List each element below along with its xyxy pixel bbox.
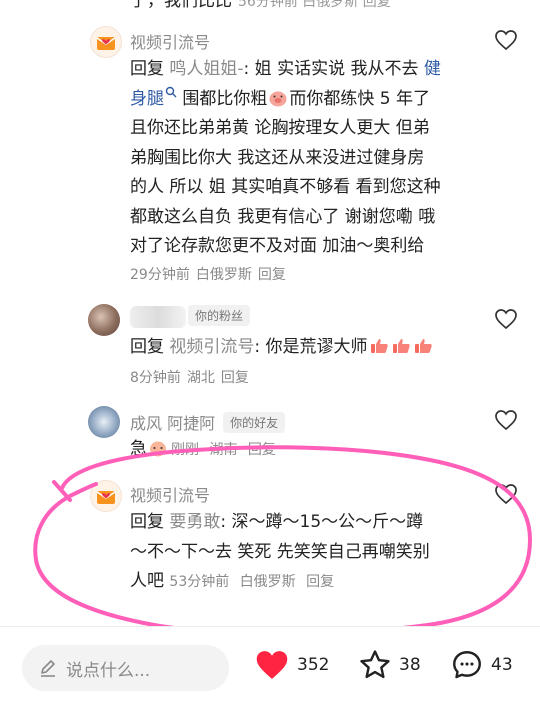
comment-text: 回复 视频引流号: 你是荒谬大师 8分钟前 湖北 回复 (130, 333, 475, 393)
user-avatar[interactable] (88, 406, 120, 438)
pencil-icon (41, 660, 55, 677)
comment-text: 回复 要勇敢: 深～蹲～15～公～斤～蹲 ～不～下～去 笑死 先笑笑自己再嘲笑别… (130, 512, 430, 591)
reply-button[interactable]: 回复 (248, 442, 276, 458)
comment-meta: 刚刚 湖南 回复 (171, 442, 276, 458)
chat-bubble-icon (453, 651, 481, 679)
reply-button[interactable]: 回复 (258, 267, 286, 283)
like-heart-icon[interactable] (494, 308, 518, 330)
comment-text: 回复 鸣人姐姐-: 姐 实话实说 我从不去 健 身腿 围都比你粗 而你都练快 5 … (130, 55, 475, 288)
comment-meta: 29分钟前 白俄罗斯 回复 (130, 266, 286, 283)
comment-count: 43 (491, 655, 513, 675)
like-heart-icon[interactable] (494, 409, 518, 431)
reply-mention[interactable]: 视频引流号 (169, 337, 254, 357)
mail-heart-icon (96, 37, 116, 50)
search-icon (165, 86, 177, 97)
like-count: 352 (297, 655, 330, 675)
star-icon (360, 650, 390, 679)
like-heart-icon[interactable] (494, 29, 518, 51)
blurred-username[interactable] (130, 306, 186, 328)
reply-mention[interactable]: 要勇敢 (169, 512, 220, 532)
brand-avatar[interactable] (90, 26, 122, 58)
thumbs-up-emoji-icon (370, 339, 388, 353)
reply-button[interactable]: 回复 (306, 574, 334, 590)
comment-author[interactable]: 视频引流号 (130, 482, 210, 506)
thumbs-up-emoji-icon (392, 339, 410, 353)
previous-comment-fragment: 了，我们比比 56分钟前 白俄罗斯 回复 (130, 0, 391, 11)
comment-author[interactable]: 成风 阿捷阿 你的好友 (130, 410, 286, 434)
like-heart-icon[interactable] (494, 483, 518, 505)
mail-heart-icon (96, 491, 116, 504)
brand-avatar[interactable] (90, 480, 122, 512)
friend-tag: 你的好友 (223, 412, 286, 433)
comment-meta: 53分钟前 白俄罗斯 回复 (169, 574, 335, 590)
comment-meta: 8分钟前 湖北 回复 (130, 369, 249, 386)
search-link[interactable]: 健 (424, 59, 441, 79)
comment-button[interactable]: 43 (450, 647, 513, 683)
favorite-count: 38 (399, 655, 421, 675)
heart-filled-icon (256, 651, 288, 679)
fan-tag: 你的粉丝 (188, 305, 251, 326)
peach-emoji-icon (150, 441, 166, 457)
bottom-action-bar: 说点什么... 352 38 43 (0, 626, 540, 720)
like-button[interactable]: 352 (254, 647, 329, 683)
pig-emoji-icon (269, 91, 287, 106)
comment-author[interactable]: 视频引流号 (130, 29, 210, 53)
search-link[interactable]: 身腿 (130, 89, 164, 109)
comment-text: 急刚刚 湖南 回复 (130, 439, 276, 459)
reply-button[interactable]: 回复 (221, 370, 249, 386)
favorite-button[interactable]: 38 (358, 647, 421, 683)
thumbs-up-emoji-icon (414, 339, 432, 353)
reply-mention[interactable]: 鸣人姐姐- (169, 59, 243, 79)
user-avatar[interactable] (88, 304, 120, 336)
comment-input[interactable]: 说点什么... (22, 645, 229, 691)
